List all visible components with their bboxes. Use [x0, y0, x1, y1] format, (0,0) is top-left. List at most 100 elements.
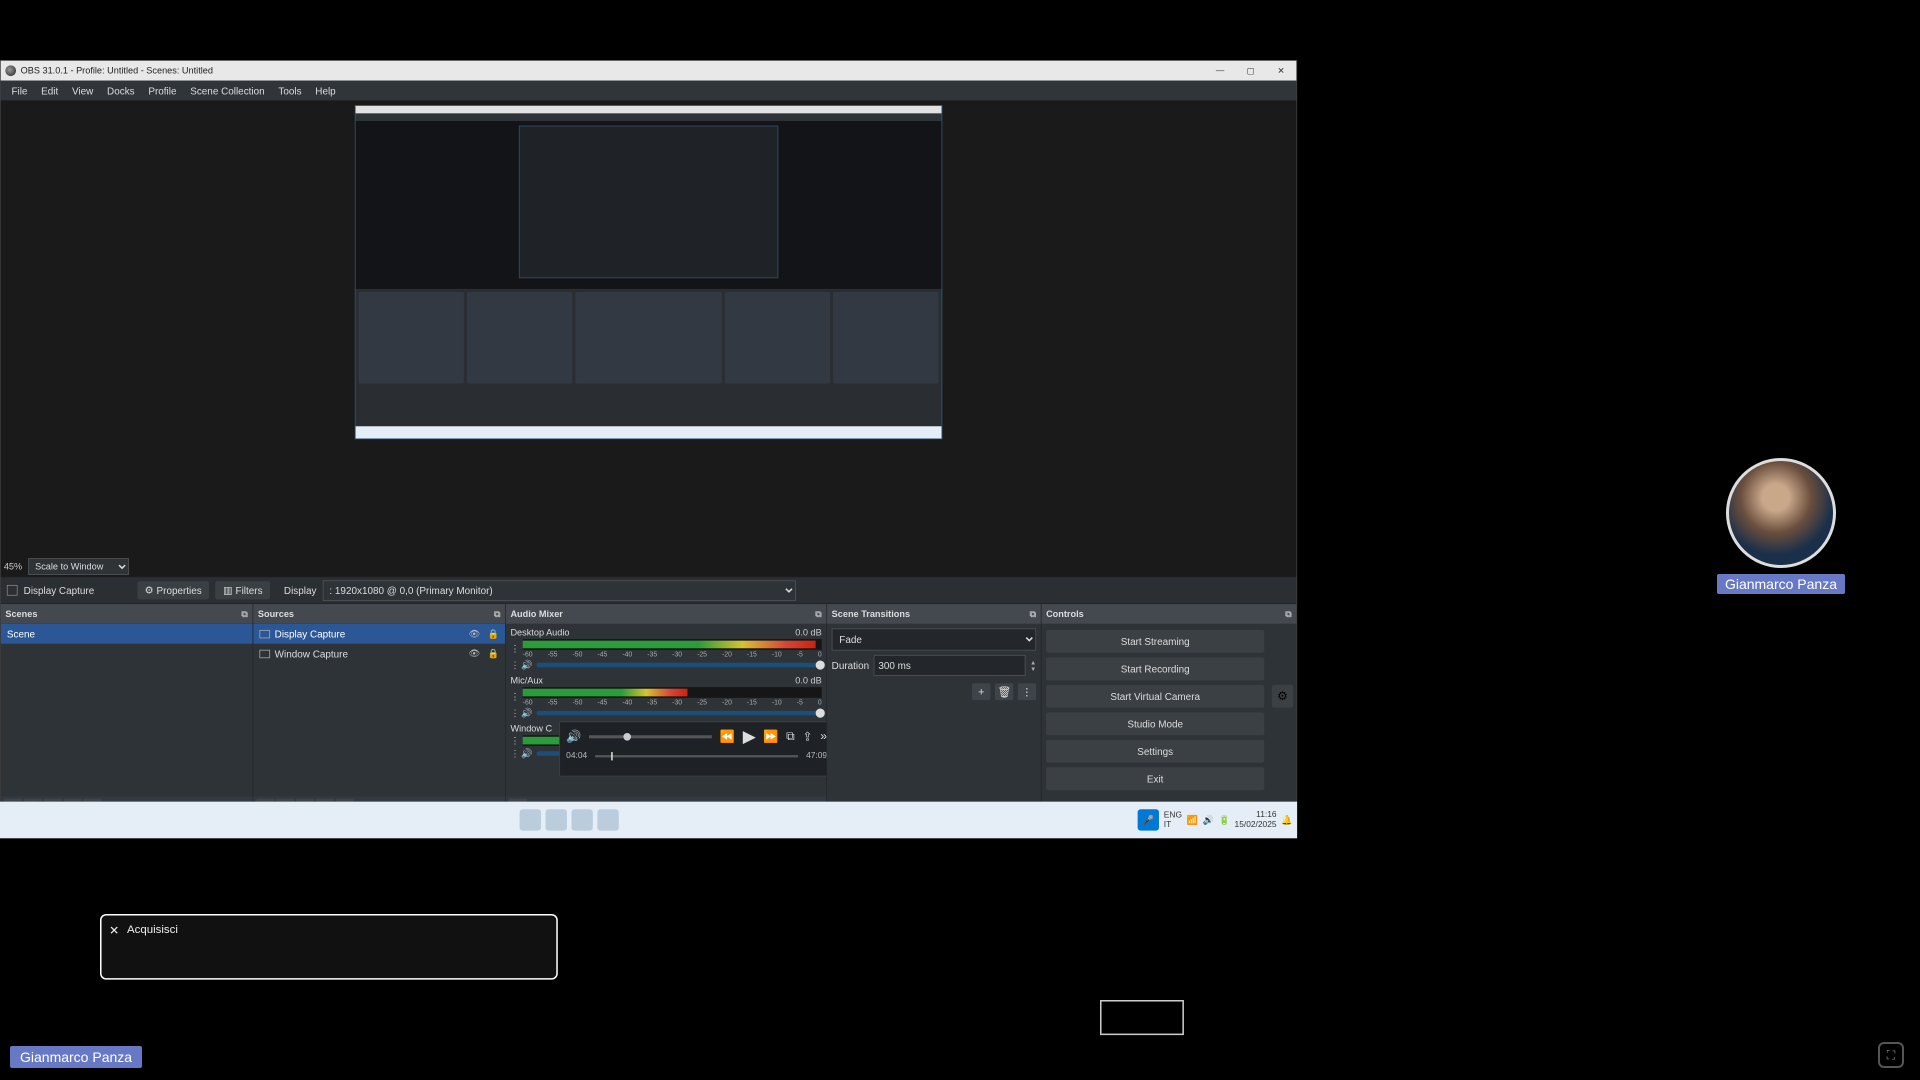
spin-down-icon[interactable]: ▼ — [1030, 665, 1036, 672]
notifications-tray-icon[interactable]: 🔔 — [1281, 815, 1292, 826]
popout-icon[interactable]: ⧉ — [1030, 608, 1037, 619]
filters-icon: ▥ — [223, 584, 232, 596]
studio-mode-button[interactable]: Studio Mode — [1046, 712, 1264, 735]
play-icon[interactable]: ▶ — [743, 727, 756, 747]
scene-item[interactable]: Scene — [1, 624, 253, 644]
mute-icon[interactable]: 🔊 — [521, 660, 533, 671]
lock-toggle-icon[interactable]: 🔒 — [488, 648, 499, 659]
channel-menu-icon[interactable]: ⋮ — [510, 708, 518, 719]
mute-icon[interactable]: 🔊 — [521, 748, 533, 759]
duration-input[interactable]: 300 ms — [874, 655, 1026, 676]
source-item-window-capture[interactable]: Window Capture 👁 🔒 — [253, 644, 505, 664]
preview-zoom-controls: 45% Scale to Window — [4, 558, 129, 575]
start-recording-button[interactable]: Start Recording — [1046, 657, 1264, 680]
popout-icon[interactable]: ⧉ — [241, 608, 248, 619]
virtual-camera-settings-button[interactable]: ⚙ — [1272, 685, 1293, 708]
lock-toggle-icon[interactable]: 🔒 — [488, 628, 499, 639]
spin-up-icon[interactable]: ▲ — [1030, 659, 1036, 666]
window-icon — [259, 649, 270, 657]
channel-menu-icon[interactable]: ⋮ — [510, 643, 519, 654]
transitions-title: Scene Transitions — [832, 609, 910, 620]
channel-name: Mic/Aux — [510, 675, 795, 686]
windows-taskbar[interactable]: 🎤 ENGIT 📶 🔊 🔋 11:1615/02/2025 🔔 — [0, 802, 1297, 839]
maximize-button[interactable]: ▢ — [1235, 61, 1266, 81]
menu-docks[interactable]: Docks — [101, 83, 141, 99]
selected-source-label: Display Capture — [24, 585, 95, 596]
screen-capture-icon[interactable]: ⛶ — [1878, 1042, 1904, 1068]
preview-canvas[interactable] — [355, 105, 943, 439]
menu-file[interactable]: File — [5, 83, 33, 99]
menu-edit[interactable]: Edit — [35, 83, 64, 99]
visibility-toggle-icon[interactable]: 👁 — [468, 648, 480, 659]
popout-icon[interactable]: ⧉ — [1285, 608, 1292, 619]
channel-db: 0.0 dB — [795, 675, 821, 686]
popout-icon[interactable]: ⧉ — [815, 608, 822, 619]
close-button[interactable]: ✕ — [1266, 61, 1297, 81]
menu-bar: File Edit View Docks Profile Scene Colle… — [1, 81, 1297, 101]
gear-icon: ⚙ — [1277, 689, 1288, 704]
volume-icon[interactable]: 🔊 — [566, 729, 581, 744]
zoom-level: 45% — [4, 561, 22, 572]
lang-indicator[interactable]: ENG — [1164, 811, 1182, 820]
channel-menu-icon[interactable]: ⋮ — [510, 735, 519, 746]
filters-button[interactable]: ▥Filters — [215, 581, 270, 599]
title-bar: OBS 31.0.1 - Profile: Untitled - Scenes:… — [1, 61, 1297, 81]
wifi-tray-icon[interactable]: 📶 — [1187, 815, 1198, 826]
volume-tray-icon[interactable]: 🔊 — [1203, 815, 1214, 826]
start-virtual-camera-button[interactable]: Start Virtual Camera — [1046, 685, 1264, 708]
source-item-display-capture[interactable]: Display Capture 👁 🔒 — [253, 624, 505, 644]
display-label: Display — [284, 585, 317, 596]
volume-slider[interactable] — [536, 663, 821, 668]
mic-tray-icon[interactable]: 🎤 — [1138, 809, 1159, 830]
transition-type-select[interactable]: Fade — [832, 628, 1036, 650]
settings-button[interactable]: Settings — [1046, 740, 1264, 763]
seek-slider[interactable] — [595, 755, 799, 757]
preview-area[interactable]: 45% Scale to Window — [1, 100, 1297, 576]
taskbar-app-icon[interactable] — [571, 809, 592, 830]
scenes-title: Scenes — [5, 609, 37, 620]
obs-window: OBS 31.0.1 - Profile: Untitled - Scenes:… — [0, 60, 1297, 838]
media-duration: 47:09 — [806, 751, 826, 760]
forward-icon[interactable]: ⏩ — [763, 729, 778, 744]
display-select[interactable]: : 1920x1080 @ 0,0 (Primary Monitor) — [323, 580, 796, 601]
visibility-toggle-icon[interactable]: 👁 — [468, 628, 480, 639]
menu-help[interactable]: Help — [309, 83, 342, 99]
channel-menu-icon[interactable]: ⋮ — [510, 660, 518, 671]
transitions-dock: Scene Transitions⧉ Fade Duration 300 ms … — [827, 604, 1041, 818]
display-icon — [259, 630, 270, 638]
battery-tray-icon[interactable]: 🔋 — [1219, 815, 1230, 826]
taskbar-app-icon[interactable] — [545, 809, 566, 830]
add-transition-button[interactable]: + — [972, 683, 990, 700]
presenter-name: Gianmarco Panza — [1717, 574, 1845, 594]
remove-transition-button[interactable]: 🗑 — [995, 683, 1013, 700]
menu-scene-collection[interactable]: Scene Collection — [184, 83, 271, 99]
taskbar-clock[interactable]: 11:1615/02/2025 — [1235, 810, 1277, 830]
volume-slider[interactable] — [536, 711, 821, 716]
exit-button[interactable]: Exit — [1046, 767, 1264, 790]
more-icon[interactable]: » — [820, 730, 826, 744]
start-streaming-button[interactable]: Start Streaming — [1046, 630, 1264, 653]
transition-menu-button[interactable]: ⋮ — [1018, 683, 1036, 700]
scale-mode-select[interactable]: Scale to Window — [28, 558, 129, 575]
taskbar-highlight-rect — [1100, 1000, 1184, 1035]
share-icon[interactable]: ⇪ — [802, 729, 812, 744]
menu-tools[interactable]: Tools — [272, 83, 307, 99]
taskbar-app-icon[interactable] — [597, 809, 618, 830]
minimize-button[interactable]: — — [1205, 61, 1236, 81]
taskbar-app-icon[interactable] — [519, 809, 540, 830]
properties-button[interactable]: ⚙Properties — [137, 581, 209, 599]
mute-icon[interactable]: 🔊 — [521, 708, 533, 719]
channel-db: 0.0 dB — [795, 627, 821, 638]
rewind-icon[interactable]: ⏪ — [720, 729, 735, 744]
close-icon[interactable]: ✕ — [109, 923, 119, 938]
gear-icon: ⚙ — [145, 584, 154, 596]
channel-menu-icon[interactable]: ⋮ — [510, 691, 519, 702]
popout-icon[interactable]: ⧉ — [494, 608, 501, 619]
menu-profile[interactable]: Profile — [142, 83, 182, 99]
channel-name: Desktop Audio — [510, 627, 795, 638]
pip-icon[interactable]: ⧉ — [786, 730, 795, 744]
controls-dock: Controls⧉ Start Streaming Start Recordin… — [1041, 604, 1296, 818]
menu-view[interactable]: View — [66, 83, 100, 99]
volume-slider[interactable] — [589, 735, 712, 738]
channel-menu-icon[interactable]: ⋮ — [510, 748, 518, 759]
